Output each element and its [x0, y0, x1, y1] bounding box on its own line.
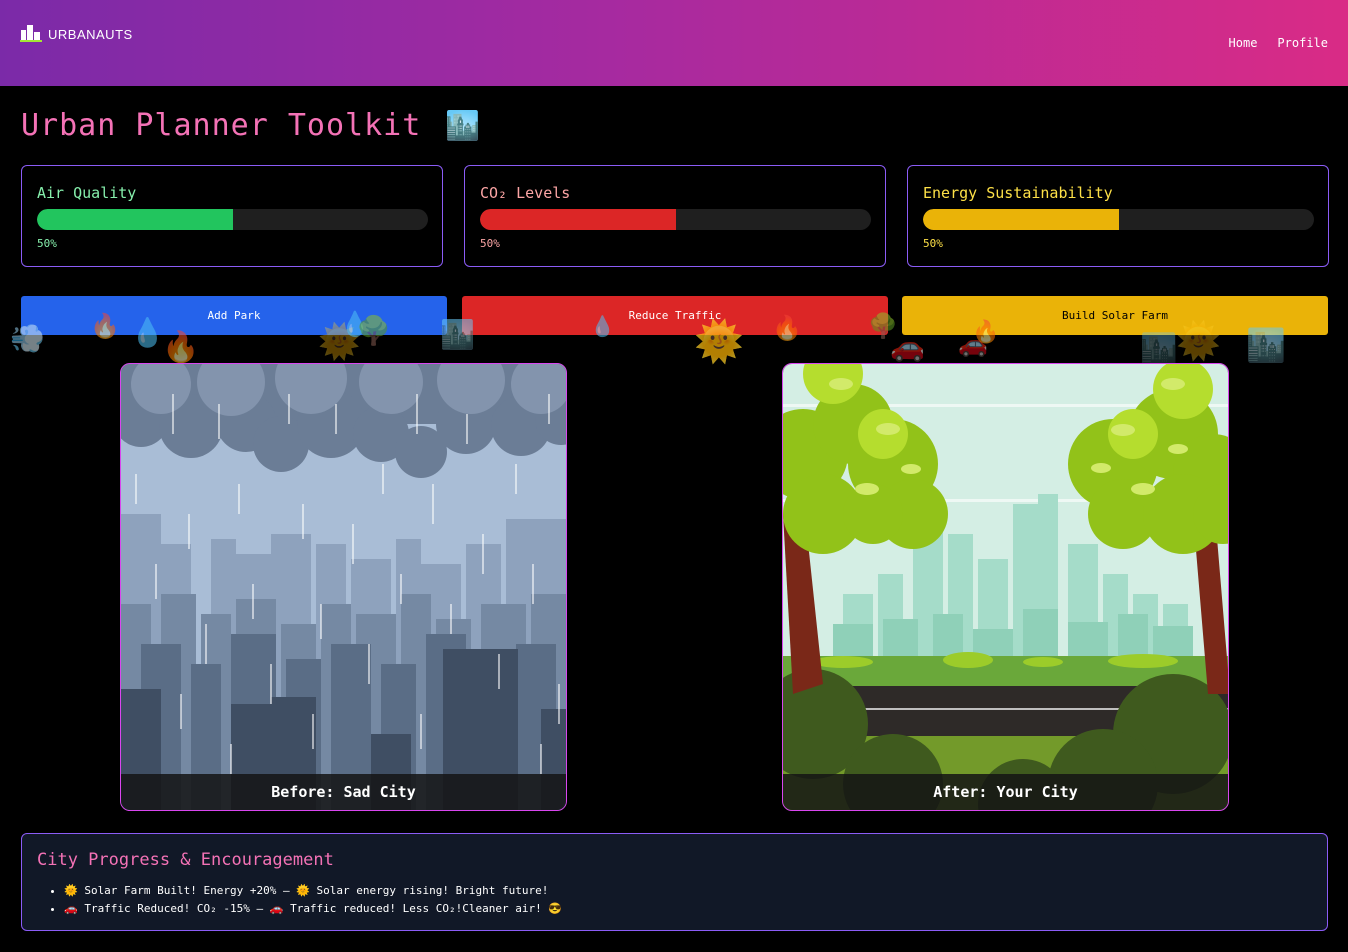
reduce-traffic-button[interactable]: Reduce Traffic: [462, 296, 888, 335]
air-quality-label: Air Quality: [37, 184, 137, 202]
happy-city-illustration: [783, 364, 1228, 810]
before-city-panel: Before: Sad City: [120, 363, 567, 811]
co2-track: [480, 209, 871, 230]
logo-text: URBANAUTS: [48, 26, 133, 42]
logo[interactable]: URBANAUTS: [20, 22, 133, 46]
progress-list: 🌞 Solar Farm Built! Energy +20% — 🌞 Sola…: [64, 882, 562, 918]
page-title: Urban Planner Toolkit 🏙️: [21, 108, 481, 143]
energy-fill: [923, 209, 1119, 230]
city-icon: 🏙️: [445, 109, 482, 142]
sad-city-illustration: [121, 364, 566, 810]
co2-fill: [480, 209, 676, 230]
fire-icon: 🔥: [162, 330, 200, 365]
city-progress-panel: City Progress & Encouragement 🌞 Solar Fa…: [21, 833, 1328, 931]
air-quality-fill: [37, 209, 233, 230]
air-quality-meter: Air Quality 50%: [21, 165, 443, 267]
energy-meter: Energy Sustainability 50%: [907, 165, 1329, 267]
nav-home-link[interactable]: Home: [1229, 36, 1258, 50]
list-item: 🌞 Solar Farm Built! Energy +20% — 🌞 Sola…: [64, 882, 562, 900]
air-quality-track: [37, 209, 428, 230]
after-city-panel: After: Your City: [782, 363, 1229, 811]
air-quality-percent: 50%: [37, 237, 57, 250]
energy-percent: 50%: [923, 237, 943, 250]
list-item: 🚗 Traffic Reduced! CO₂ -15% — 🚗 Traffic …: [64, 900, 562, 918]
co2-meter: CO₂ Levels 50%: [464, 165, 886, 267]
energy-label: Energy Sustainability: [923, 184, 1113, 202]
nav-menu: Home Profile: [1229, 36, 1328, 50]
build-solar-farm-button[interactable]: Build Solar Farm: [902, 296, 1328, 335]
page-title-text: Urban Planner Toolkit: [21, 108, 422, 143]
after-caption: After: Your City: [783, 774, 1228, 810]
energy-track: [923, 209, 1314, 230]
city-icon: 🏙️: [1140, 332, 1178, 367]
before-caption: Before: Sad City: [121, 774, 566, 810]
city-logo-icon: [20, 22, 42, 46]
top-navbar: URBANAUTS Home Profile: [0, 0, 1348, 86]
add-park-button[interactable]: Add Park: [21, 296, 447, 335]
co2-label: CO₂ Levels: [480, 184, 571, 202]
nav-profile-link[interactable]: Profile: [1277, 36, 1328, 50]
progress-title: City Progress & Encouragement: [37, 850, 334, 870]
co2-percent: 50%: [480, 237, 500, 250]
